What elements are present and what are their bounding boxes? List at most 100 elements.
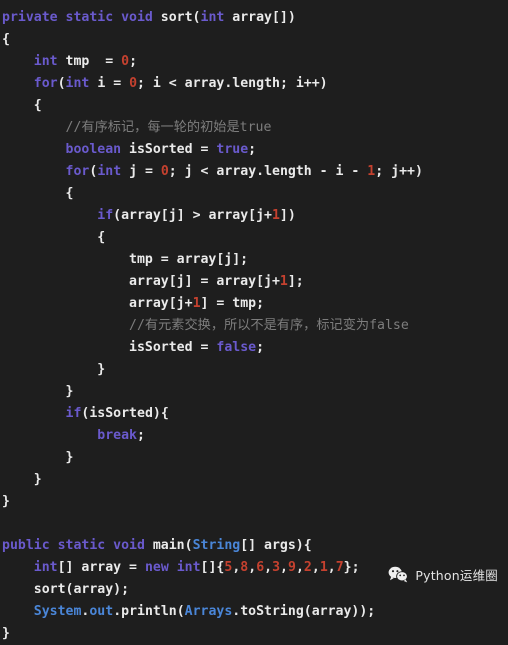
code-token-num: 1 [192, 296, 201, 311]
code-token-num: 0 [129, 76, 138, 91]
code-token-plain: } [2, 626, 10, 641]
code-line: private static void sort(int array[]) [2, 7, 508, 29]
code-token-plain: tmp = array[j]; [2, 252, 249, 267]
watermark-label: Python运维圈 [415, 568, 498, 583]
code-line: tmp = array[j]; [2, 249, 508, 271]
code-token-plain: [] args){ [240, 538, 312, 553]
code-token-comment: //有序标记，每一轮的初始是true [65, 120, 272, 135]
code-token-kw: int [33, 54, 58, 69]
code-token-num: 3 [272, 560, 281, 575]
code-token-plain: tmp = [57, 54, 122, 69]
code-token-kw: int [97, 164, 122, 179]
code-token-num: 1 [319, 560, 328, 575]
code-line: break; [2, 425, 508, 447]
code-line: } [2, 623, 508, 645]
code-token-plain: array[j] = array[j+ [2, 274, 280, 289]
code-token-kw: int [200, 10, 225, 25]
code-token-kw: boolean [65, 142, 122, 157]
code-token-plain: j = [121, 164, 161, 179]
code-token-type: String [192, 538, 241, 553]
code-token-kw: if [65, 406, 82, 421]
code-token-num: 1 [279, 274, 288, 289]
watermark: Python运维圈 [388, 565, 498, 584]
code-line: { [2, 227, 508, 249]
code-token-plain: { [2, 186, 74, 201]
code-token-plain: ; [248, 142, 257, 157]
code-line: { [2, 29, 508, 51]
code-token-type: System [33, 604, 82, 619]
code-token-plain: , [327, 560, 336, 575]
code-token-kw: int [65, 76, 90, 91]
code-line: array[j+1] = tmp; [2, 293, 508, 315]
code-line: if(array[j] > array[j+1]) [2, 205, 508, 227]
code-line: //有元素交换，所以不是有序，标记变为false [2, 315, 508, 337]
code-token-plain: } [2, 450, 74, 465]
code-token-plain: main( [152, 538, 193, 553]
code-line: if(isSorted){ [2, 403, 508, 425]
code-token-plain: .println( [113, 604, 185, 619]
wechat-icon [388, 566, 409, 583]
code-token-kw: for [65, 164, 90, 179]
code-token-plain: , [264, 560, 273, 575]
code-line: public static void main(String[] args){ [2, 535, 508, 557]
code-token-plain: array[]) [224, 10, 296, 25]
code-token-member: out [89, 604, 114, 619]
code-token-plain: , [248, 560, 257, 575]
code-token-plain: ; j++) [375, 164, 423, 179]
code-token-plain: ] = tmp; [200, 296, 265, 311]
code-token-plain: }; [343, 560, 360, 575]
code-line: } [2, 381, 508, 403]
code-token-plain: } [2, 472, 42, 487]
code-token-kw: public static void [2, 538, 153, 553]
code-token-num: 7 [335, 560, 344, 575]
code-token-kw: break [97, 428, 137, 443]
code-token-kw: true [216, 142, 249, 157]
code-token-plain: i = [89, 76, 130, 91]
code-token-plain: ; [136, 428, 145, 443]
code-line: for(int i = 0; i < array.length; i++) [2, 73, 508, 95]
code-token-num: 6 [256, 560, 265, 575]
code-token-plain: { [2, 98, 42, 113]
code-line: int tmp = 0; [2, 51, 508, 73]
code-token-plain: ]) [279, 208, 296, 223]
code-token-plain: } [2, 494, 10, 509]
code-token-num: 0 [121, 54, 130, 69]
code-token-plain: ; j < array.length - i - [168, 164, 368, 179]
code-token-num: 1 [271, 208, 280, 223]
code-token-plain: sort( [160, 10, 201, 25]
code-token-num: 2 [303, 560, 312, 575]
code-token-plain: (isSorted){ [81, 406, 169, 421]
code-line: //有序标记，每一轮的初始是true [2, 117, 508, 139]
code-token-kw: new [144, 560, 169, 575]
code-token-plain: isSorted = [121, 142, 217, 157]
code-line: } [2, 491, 508, 513]
code-token-kw: int [176, 560, 201, 575]
code-token-plain: ; [129, 54, 138, 69]
code-line: isSorted = false; [2, 337, 508, 359]
code-line: array[j] = array[j+1]; [2, 271, 508, 293]
code-token-plain: (array[j] > array[j+ [113, 208, 272, 223]
code-token-plain: ; [256, 340, 265, 355]
code-token-kw: if [97, 208, 114, 223]
code-token-plain: , [280, 560, 288, 575]
code-token-num: 9 [288, 560, 296, 575]
code-token-plain: } [2, 384, 74, 399]
code-line: { [2, 183, 508, 205]
code-editor-surface: private static void sort(int array[]) { i… [0, 0, 508, 641]
code-token-plain: []{ [200, 560, 225, 575]
code-token-plain: { [2, 230, 106, 245]
code-token-plain: ; i < array.length; i++) [137, 76, 328, 91]
code-token-plain: { [2, 32, 10, 47]
code-token-plain: ]; [287, 274, 304, 289]
code-token-kw: int [33, 560, 58, 575]
